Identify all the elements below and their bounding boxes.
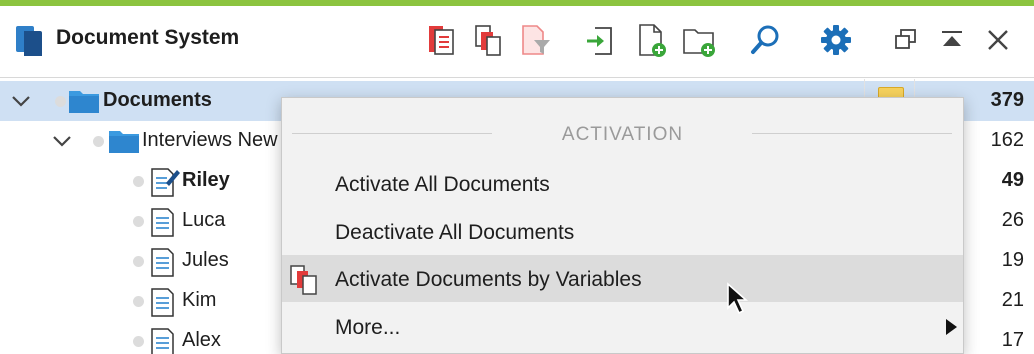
menu-item-more[interactable]: More... (282, 303, 963, 350)
undock-window-icon[interactable] (886, 18, 926, 62)
document-icon (151, 288, 174, 317)
menu-section-header: ACTIVATION (282, 120, 963, 150)
folder-icon (69, 91, 99, 113)
code-count: 21 (1001, 289, 1024, 311)
activation-dot[interactable] (133, 256, 144, 267)
code-count: 17 (1001, 329, 1024, 351)
import-icon[interactable] (580, 18, 620, 62)
activation-dot[interactable] (133, 336, 144, 347)
activation-dot[interactable] (133, 216, 144, 227)
settings-gear-icon[interactable] (816, 18, 856, 62)
code-count: 162 (990, 129, 1024, 151)
code-count: 26 (1001, 209, 1024, 231)
menu-item-activate-all[interactable]: Activate All Documents (282, 160, 963, 207)
section-divider (752, 133, 952, 134)
menu-item-deactivate-all[interactable]: Deactivate All Documents (282, 208, 963, 255)
activate-documents-icon[interactable] (422, 18, 462, 62)
collapse-pane-icon[interactable] (932, 18, 972, 62)
document-icon (151, 208, 174, 237)
menu-item-label: Activate Documents by Variables (335, 268, 642, 291)
filter-documents-icon[interactable] (516, 18, 556, 62)
tree-item-label: Luca (182, 209, 226, 231)
section-title: ACTIVATION (561, 124, 684, 145)
tree-item-label: Jules (182, 249, 229, 271)
menu-item-label: Activate All Documents (335, 173, 550, 196)
document-icon (151, 328, 174, 354)
tree-item-label: Alex (182, 329, 221, 351)
document-edit-icon (151, 168, 180, 197)
document-system-icon (16, 26, 42, 56)
activate-by-variables-icon (290, 265, 317, 295)
activation-dot[interactable] (133, 176, 144, 187)
tree-item-label: Documents (103, 89, 212, 111)
window-header: Document System (0, 6, 1034, 78)
menu-item-label: Deactivate All Documents (335, 221, 575, 244)
new-document-set-icon[interactable] (680, 18, 720, 62)
mouse-cursor-icon (727, 282, 749, 315)
context-menu: ACTIVATION Activate All Documents Deacti… (281, 97, 964, 354)
search-icon[interactable] (746, 18, 786, 62)
code-count: 19 (1001, 249, 1024, 271)
activate-by-variables-icon[interactable] (468, 18, 508, 62)
activation-dot[interactable] (133, 296, 144, 307)
code-count: 379 (990, 89, 1024, 111)
chevron-down-icon[interactable] (51, 131, 73, 151)
new-document-icon[interactable] (632, 18, 672, 62)
tree-item-label: Kim (182, 289, 217, 311)
folder-icon (109, 131, 139, 153)
menu-item-activate-by-variables[interactable]: Activate Documents by Variables (282, 255, 963, 302)
menu-item-label: More... (335, 316, 401, 339)
chevron-down-icon[interactable] (10, 91, 32, 111)
document-icon (151, 248, 174, 277)
activation-dot[interactable] (93, 136, 104, 147)
submenu-arrow-icon (946, 319, 957, 335)
activation-dot[interactable] (55, 96, 66, 107)
code-count: 49 (1001, 169, 1024, 191)
window-title: Document System (56, 26, 240, 49)
close-icon[interactable] (978, 18, 1018, 62)
tree-item-label: Riley (182, 169, 230, 191)
